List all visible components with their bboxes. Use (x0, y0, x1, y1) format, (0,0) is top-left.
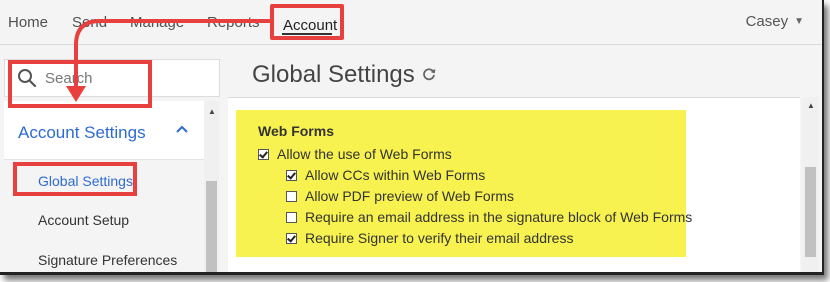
settings-content: Web Forms Allow the use of Web Forms All… (228, 97, 800, 272)
option-require-verify-email[interactable]: Require Signer to verify their email add… (286, 229, 573, 247)
sidebar-scrollbar[interactable]: ▲ (204, 101, 219, 272)
scroll-up-icon[interactable]: ▲ (208, 107, 216, 116)
option-allow-web-forms[interactable]: Allow the use of Web Forms (258, 145, 452, 163)
checkbox[interactable] (286, 190, 297, 202)
option-allow-ccs[interactable]: Allow CCs within Web Forms (286, 166, 485, 184)
option-label: Require Signer to verify their email add… (305, 230, 574, 246)
refresh-icon[interactable] (421, 66, 437, 82)
nav-account[interactable]: Account (270, 4, 344, 40)
section-title: Web Forms (258, 123, 334, 139)
annotation-box-account-settings (8, 60, 152, 108)
main-scrollbar[interactable]: ▲ (802, 97, 819, 272)
nav-home[interactable]: Home (8, 14, 48, 31)
page-title: Global Settings (252, 61, 415, 88)
annotation-box-global-settings (13, 162, 137, 196)
checkbox[interactable] (286, 232, 297, 244)
sidebar-item-account-setup[interactable]: Account Setup (38, 212, 129, 228)
option-label: Require an email address in the signatur… (305, 209, 693, 225)
top-navigation: Home Send Manage Reports Account Casey ▼ (0, 0, 822, 45)
user-menu[interactable]: Casey ▼ (746, 13, 804, 30)
nav-manage[interactable]: Manage (130, 14, 184, 31)
app-window: Home Send Manage Reports Account Casey ▼ … (0, 0, 824, 275)
user-name: Casey (745, 13, 789, 30)
scroll-up-icon[interactable]: ▲ (807, 101, 815, 110)
web-forms-section: Web Forms Allow the use of Web Forms All… (236, 110, 692, 257)
option-label: Allow PDF preview of Web Forms (305, 188, 515, 204)
option-require-email[interactable]: Require an email address in the signatur… (286, 208, 692, 226)
chevron-down-icon: ▼ (794, 16, 804, 27)
checkbox[interactable] (286, 169, 297, 181)
nav-account-label: Account (283, 17, 338, 34)
sidebar-section-account-settings[interactable]: Account Settings (4, 101, 204, 160)
main-panel: Global Settings Web Forms Allow the use … (222, 45, 822, 272)
checkbox[interactable] (286, 211, 297, 223)
scrollbar-thumb[interactable] (206, 181, 217, 272)
checkbox[interactable] (258, 148, 269, 160)
scrollbar-thumb[interactable] (805, 167, 816, 257)
option-label: Allow the use of Web Forms (277, 146, 452, 162)
nav-reports[interactable]: Reports (207, 14, 260, 31)
option-allow-pdf-preview[interactable]: Allow PDF preview of Web Forms (286, 187, 514, 205)
chevron-up-icon[interactable] (174, 121, 190, 137)
option-label: Allow CCs within Web Forms (305, 167, 486, 183)
sidebar-item-signature-preferences[interactable]: Signature Preferences (38, 252, 177, 268)
sidebar-section-label: Account Settings (18, 123, 146, 142)
nav-send[interactable]: Send (72, 14, 107, 31)
active-tab-indicator (282, 33, 332, 35)
